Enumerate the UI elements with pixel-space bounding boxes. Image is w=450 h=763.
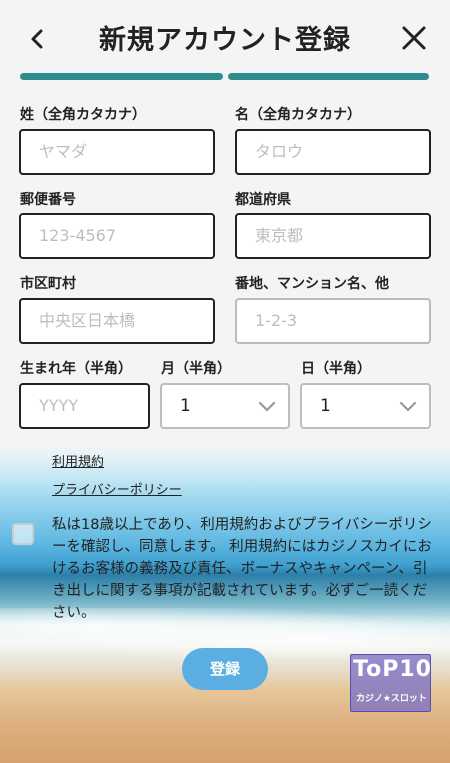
first-name-placeholder: タロウ bbox=[255, 142, 304, 161]
postal-code-label: 郵便番号 bbox=[20, 192, 76, 208]
progress-step-2 bbox=[228, 73, 429, 80]
birth-day-label: 日（半角） bbox=[301, 361, 371, 377]
prefecture-placeholder: 東京都 bbox=[255, 226, 304, 245]
last-name-input[interactable]: ヤマダ bbox=[19, 129, 215, 175]
city-label: 市区町村 bbox=[20, 276, 76, 292]
logo-top-text: ToP10 bbox=[353, 657, 432, 682]
birth-month-label: 月（半角） bbox=[161, 361, 231, 377]
address-input[interactable]: 1-2-3 bbox=[235, 298, 431, 344]
logo-bottom-text: カジノ★スロット bbox=[356, 694, 427, 704]
privacy-policy-link[interactable]: プライバシーポリシー bbox=[52, 479, 182, 498]
chevron-down-icon bbox=[399, 401, 417, 412]
agreement-checkbox[interactable] bbox=[12, 523, 34, 545]
last-name-placeholder: ヤマダ bbox=[39, 142, 88, 161]
close-icon bbox=[402, 26, 426, 50]
page-title: 新規アカウント登録 bbox=[99, 25, 351, 56]
postal-code-input[interactable]: 123-4567 bbox=[19, 213, 215, 259]
top10-logo: ToP10 カジノ★スロット bbox=[350, 654, 431, 712]
register-button[interactable]: 登録 bbox=[182, 648, 268, 690]
prefecture-input[interactable]: 東京都 bbox=[235, 213, 431, 259]
address-label: 番地、マンション名、他 bbox=[235, 276, 389, 292]
progress-step-1 bbox=[20, 73, 223, 80]
birth-day-select[interactable]: 1 bbox=[300, 383, 431, 429]
city-placeholder: 中央区日本橋 bbox=[39, 311, 136, 330]
terms-link[interactable]: 利用規約 bbox=[52, 451, 104, 470]
first-name-input[interactable]: タロウ bbox=[235, 129, 431, 175]
address-placeholder: 1-2-3 bbox=[255, 311, 298, 330]
close-button[interactable] bbox=[398, 22, 430, 54]
prefecture-label: 都道府県 bbox=[235, 192, 291, 208]
first-name-label: 名（全角カタカナ） bbox=[235, 107, 361, 123]
birth-month-select[interactable]: 1 bbox=[160, 383, 290, 429]
city-input[interactable]: 中央区日本橋 bbox=[19, 298, 215, 344]
birth-year-placeholder: YYYY bbox=[39, 396, 79, 415]
last-name-label: 姓（全角カタカナ） bbox=[20, 107, 146, 123]
agreement-text: 私は18歳以上であり、利用規約およびプライバシーポリシーを確認し、同意します。 … bbox=[52, 517, 432, 621]
postal-code-placeholder: 123-4567 bbox=[39, 226, 117, 245]
header: 新規アカウント登録 bbox=[0, 0, 450, 76]
birth-month-value: 1 bbox=[180, 396, 191, 416]
birth-year-label: 生まれ年（半角） bbox=[20, 361, 132, 377]
birth-year-input[interactable]: YYYY bbox=[19, 383, 150, 429]
birth-day-value: 1 bbox=[320, 396, 331, 416]
chevron-down-icon bbox=[258, 401, 276, 412]
